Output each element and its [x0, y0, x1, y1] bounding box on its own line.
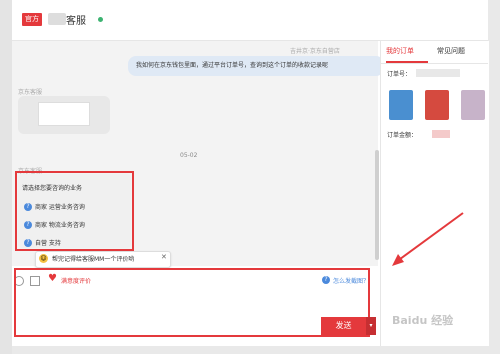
online-status-icon [98, 17, 103, 22]
blurred-shop-name [48, 13, 66, 25]
menu-item-label: 商家 运营业务咨询 [35, 204, 85, 211]
blurred-order-number [416, 69, 460, 77]
menu-item-3[interactable]: ? 自营 支持 [24, 238, 61, 247]
agent-meta: 京东客服 [18, 89, 43, 96]
official-badge: 官方 [22, 13, 42, 26]
review-prompt-text: 帮完记得给客服MM一个评价哟 [52, 256, 135, 263]
question-icon: ? [24, 202, 32, 211]
blurred-order-amount [432, 130, 450, 138]
product-thumbnail[interactable] [389, 90, 413, 120]
question-icon: ? [24, 220, 32, 229]
order-amount-label: 订单金额： [387, 132, 418, 139]
image-message[interactable] [18, 96, 110, 134]
tab-faq[interactable]: 常见问题 [437, 41, 465, 61]
menu-item-1[interactable]: ? 商家 运营业务咨询 [24, 202, 85, 211]
left-edge [0, 0, 12, 354]
user-message-bubble: 我如何在京东钱包里面，通过平台订单号，查询到这个订单的收款记录呢 [128, 56, 384, 76]
question-icon: ? [24, 238, 32, 247]
menu-item-label: 自营 支持 [35, 240, 61, 247]
menu-title: 请选择您要咨询的业务 [22, 185, 83, 192]
menu-item-label: 商家 物流业务咨询 [35, 222, 85, 229]
tab-divider [381, 63, 488, 64]
page-title: 客服 [66, 16, 86, 27]
send-options-chevron-icon[interactable]: ▾ [366, 317, 376, 335]
watermark: Baidu 经验 [392, 314, 454, 327]
highlight-box-input [14, 268, 370, 337]
chat-scrollbar[interactable] [375, 150, 379, 260]
tab-my-orders[interactable]: 我的订单 [386, 41, 428, 63]
close-icon[interactable]: ✕ [161, 253, 167, 261]
annotation-arrow-icon [392, 212, 464, 266]
smile-icon: ☺ [39, 254, 48, 263]
product-thumbnail[interactable] [425, 90, 449, 120]
sender-meta: 吉井京·京东自营店 [290, 48, 340, 55]
order-panel [380, 41, 489, 346]
send-button[interactable]: 发送 [321, 317, 366, 335]
product-thumbnail[interactable] [461, 90, 485, 120]
date-separator: 05-02 [180, 152, 198, 159]
order-number-label: 订单号： [387, 71, 412, 78]
menu-item-2[interactable]: ? 商家 物流业务咨询 [24, 220, 85, 229]
